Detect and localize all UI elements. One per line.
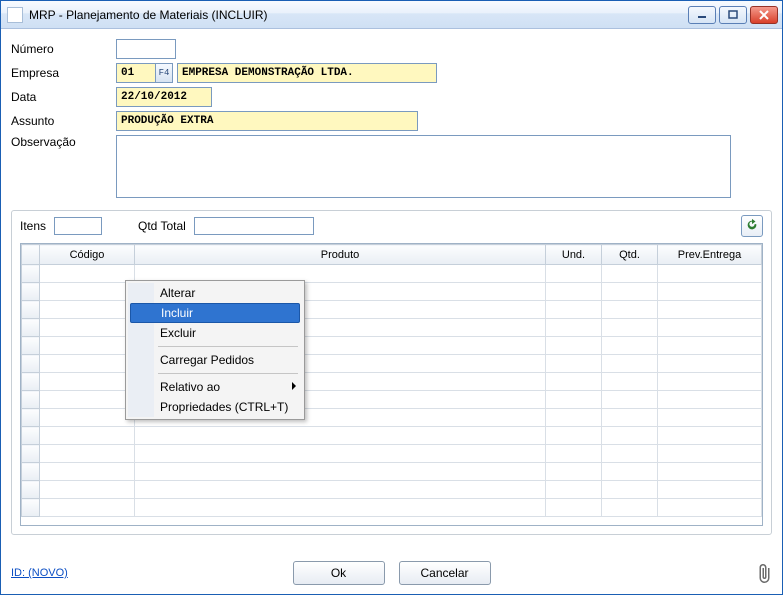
minimize-button[interactable] (688, 6, 716, 24)
grid-context-menu[interactable]: Alterar Incluir Excluir Carregar Pedidos… (125, 280, 305, 420)
empresa-code-field[interactable]: 01 (116, 63, 156, 83)
table-row[interactable] (22, 499, 762, 517)
menu-separator (158, 373, 298, 374)
cancel-button[interactable]: Cancelar (399, 561, 491, 585)
menu-item-carregar-pedidos[interactable]: Carregar Pedidos (128, 350, 302, 370)
submenu-arrow-icon (292, 382, 296, 390)
assunto-field[interactable]: PRODUÇÃO EXTRA (116, 111, 418, 131)
menu-item-excluir[interactable]: Excluir (128, 323, 302, 343)
col-und[interactable]: Und. (546, 245, 602, 265)
col-qtd[interactable]: Qtd. (602, 245, 658, 265)
close-button[interactable] (750, 6, 778, 24)
form-area: Número Empresa 01 F4 EMPRESA DEMONSTRAÇÃ… (11, 39, 772, 198)
items-toolbar: Itens Qtd Total (12, 211, 771, 241)
ok-button[interactable]: Ok (293, 561, 385, 585)
col-codigo[interactable]: Código (40, 245, 135, 265)
assunto-label: Assunto (11, 114, 116, 128)
record-id-link[interactable]: ID: (NOVO) (11, 567, 68, 579)
rowheader-col[interactable] (22, 245, 40, 265)
attachment-icon[interactable] (754, 561, 772, 585)
data-label: Data (11, 90, 116, 104)
qtdtotal-field[interactable] (194, 217, 314, 235)
footer: ID: (NOVO) Ok Cancelar (11, 558, 772, 588)
observacao-label: Observação (11, 135, 116, 149)
refresh-icon (745, 218, 759, 235)
col-prev[interactable]: Prev.Entrega (658, 245, 762, 265)
col-produto[interactable]: Produto (135, 245, 546, 265)
menu-item-relativo-ao[interactable]: Relativo ao (128, 377, 302, 397)
app-icon (7, 7, 23, 23)
table-row[interactable] (22, 463, 762, 481)
menu-item-alterar[interactable]: Alterar (128, 283, 302, 303)
table-row[interactable] (22, 481, 762, 499)
empresa-label: Empresa (11, 66, 116, 80)
maximize-button[interactable] (719, 6, 747, 24)
items-action-button[interactable] (741, 215, 763, 237)
numero-field[interactable] (116, 39, 176, 59)
data-field[interactable]: 22/10/2012 (116, 87, 212, 107)
menu-item-incluir[interactable]: Incluir (130, 303, 300, 323)
observacao-field[interactable] (116, 135, 731, 198)
client-area: Número Empresa 01 F4 EMPRESA DEMONSTRAÇÃ… (1, 29, 782, 594)
window-title: MRP - Planejamento de Materiais (INCLUIR… (29, 8, 688, 22)
table-row[interactable] (22, 427, 762, 445)
empresa-lookup-button[interactable]: F4 (155, 63, 173, 83)
itens-label: Itens (20, 219, 46, 233)
menu-item-label: Relativo ao (160, 380, 220, 394)
numero-label: Número (11, 42, 116, 56)
window-frame: MRP - Planejamento de Materiais (INCLUIR… (0, 0, 783, 595)
qtdtotal-label: Qtd Total (138, 219, 186, 233)
itens-count-field[interactable] (54, 217, 102, 235)
title-bar[interactable]: MRP - Planejamento de Materiais (INCLUIR… (1, 1, 782, 29)
window-controls (688, 6, 778, 24)
empresa-name-field: EMPRESA DEMONSTRAÇÃO LTDA. (177, 63, 437, 83)
table-row[interactable] (22, 445, 762, 463)
menu-separator (158, 346, 298, 347)
menu-item-propriedades[interactable]: Propriedades (CTRL+T) (128, 397, 302, 417)
